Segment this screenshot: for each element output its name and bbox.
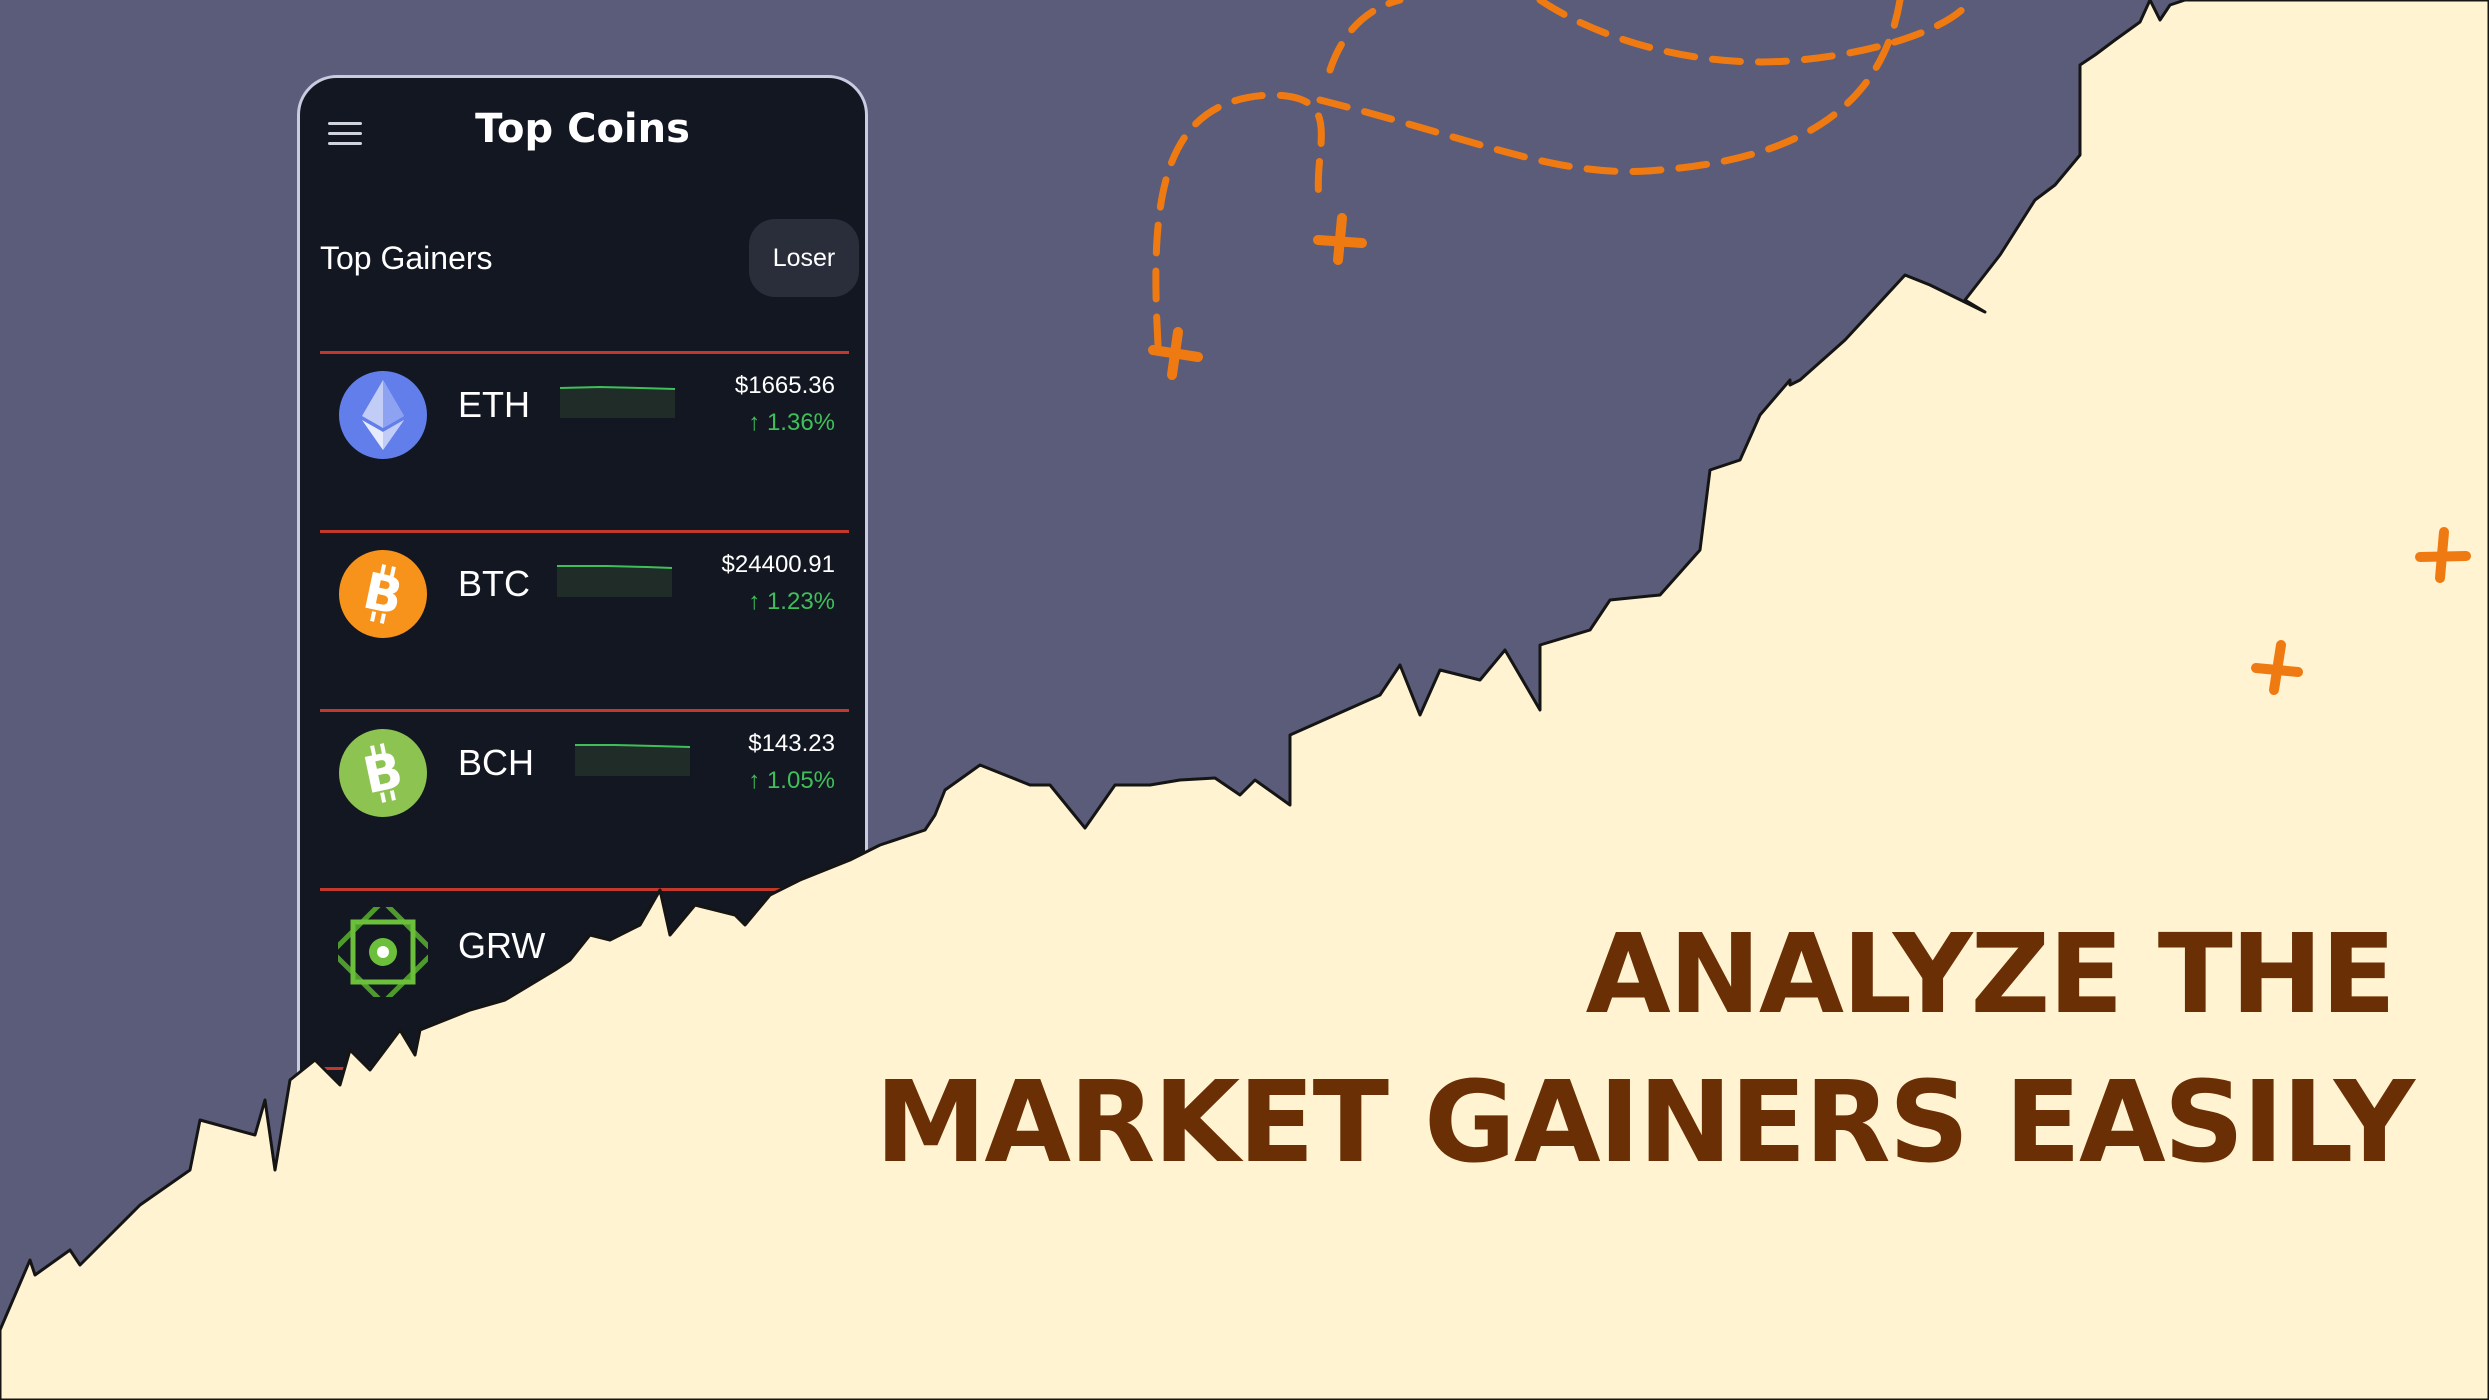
headline-line-2: MARKET GAINERS EASILY xyxy=(874,1058,2415,1188)
headline-line-1: ANALYZE THE xyxy=(1585,910,2396,1038)
promo-scene: Top Coins Top Gainers Loser ETH $1665.36… xyxy=(0,0,2489,1400)
market-terrain-graphic xyxy=(0,0,2489,1400)
